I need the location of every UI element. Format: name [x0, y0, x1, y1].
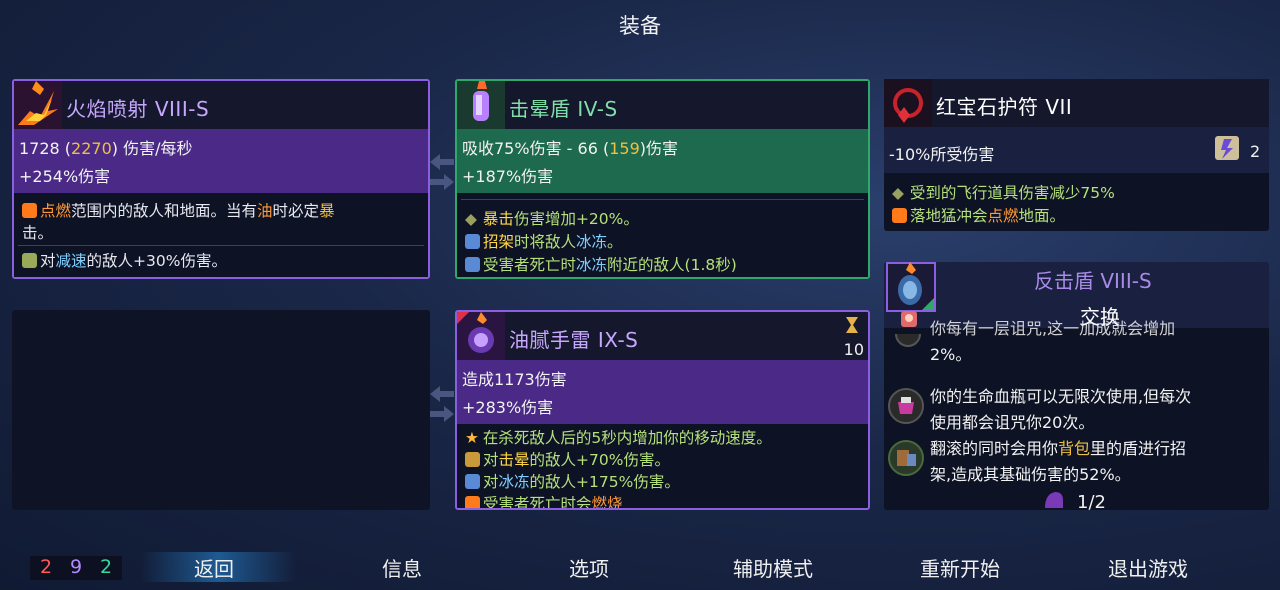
fire-icon — [892, 208, 907, 223]
perk-slam-ignite: 落地猛冲会点燃地面。 — [892, 204, 1065, 226]
counter-shield-icon — [886, 262, 936, 312]
backpack-icon — [888, 440, 924, 476]
amulet-icon — [884, 79, 932, 127]
item-name: 油腻手雷 IX-S — [509, 328, 639, 352]
swap-card-counter-shield[interactable]: 反击盾 VIII-S 交换 你每有一层诅咒,这一加成就会增加 2%。 你的生命血… — [884, 262, 1269, 510]
weapon-card-flamethrower[interactable]: 火焰喷射 VIII-S 1728 (2270) 伤害/每秒 +254%伤害 点燃… — [12, 79, 430, 279]
fire-icon — [22, 203, 37, 218]
weapon-card-stun-shield[interactable]: 击晕盾 IV-S 吸收75%伤害 - 66 (159)伤害 +187%伤害 ◆ 暴… — [455, 79, 870, 279]
page-indicator[interactable]: 1/2 — [1077, 492, 1106, 510]
damage-line: 造成1173伤害 — [462, 370, 567, 389]
perk-stun-dmg: 对击晕的敌人+70%伤害。 — [465, 448, 670, 470]
curse-bonus-text: 你每有一层诅咒,这一加成就会增加 2%。 — [930, 319, 1176, 364]
perk-death-freeze: 受害者死亡时冰冻附近的敌人(1.8秒) — [465, 253, 737, 275]
perk-speed: ★ 在杀死敌人后的5秒内增加你的移动速度。 — [465, 429, 772, 447]
menu-options[interactable]: 选项 — [569, 553, 609, 582]
perk-parry-freeze: 招架时将敌人冰冻。 — [465, 230, 623, 252]
perk-slow: 对减速的敌人+30%伤害。 — [22, 249, 227, 271]
amulet-card-ruby[interactable]: 红宝石护符 VII -10%所受伤害 2 ◆ 受到的飞行道具伤害减少75% 落地猛… — [884, 79, 1269, 231]
stat-line: -10%所受伤害 — [889, 145, 995, 164]
cell-counter: 2 9 2 — [30, 556, 122, 580]
perk-projectile: ◆ 受到的飞行道具伤害减少75% — [892, 184, 1115, 202]
flask-icon — [888, 388, 924, 424]
menu-restart[interactable]: 重新开始 — [920, 553, 1000, 582]
item-name: 反击盾 VIII-S — [1034, 269, 1152, 293]
item-name: 火焰喷射 VIII-S — [66, 97, 210, 121]
counter-green: 2 — [100, 556, 113, 578]
menu-assist[interactable]: 辅助模式 — [733, 553, 813, 582]
page-title: 装备 — [619, 14, 661, 38]
shield-potion-icon — [457, 81, 505, 129]
flamethrower-icon — [14, 81, 62, 129]
stun-icon — [465, 452, 480, 467]
cursed-icon — [900, 310, 918, 328]
fire-icon — [465, 496, 480, 508]
counter-purple: 9 — [70, 556, 83, 578]
perk-burn: 受害者死亡时会燃烧 — [465, 492, 623, 508]
menu-back[interactable]: 返回 — [194, 553, 234, 582]
perk-crit: ◆ 暴击伤害增加+20%。 — [465, 210, 639, 228]
perk-ignite-cont: 击。 — [22, 224, 54, 242]
skill-card-oil-grenade[interactable]: 油腻手雷 IX-S 10 造成1173伤害 +283%伤害 ★ 在杀死敌人后的5秒… — [455, 310, 870, 510]
swap-arrows-bottom[interactable] — [428, 384, 456, 424]
absorb-line: 吸收75%伤害 - 66 (159)伤害 — [462, 139, 678, 158]
skull-icon — [892, 321, 924, 350]
grenade-icon — [457, 312, 505, 360]
damage-bonus: +283%伤害 — [462, 398, 554, 417]
freeze-icon — [465, 474, 480, 489]
perk-ignite: 点燃范围内的敌人和地面。当有油时必定暴 — [22, 199, 335, 221]
damage-bonus: +187%伤害 — [462, 167, 554, 186]
hourglass-icon — [844, 316, 860, 334]
flask-curse-text: 你的生命血瓶可以无限次使用,但每次 使用都会诅咒你20次。 — [930, 387, 1192, 432]
menu-quit[interactable]: 退出游戏 — [1108, 553, 1188, 582]
empty-slot[interactable] — [12, 310, 430, 510]
freeze-icon — [465, 234, 480, 249]
scroll-icon — [22, 253, 37, 268]
damage-line: 1728 (2270) 伤害/每秒 — [19, 139, 193, 158]
menu-info[interactable]: 信息 — [382, 553, 422, 582]
damage-bonus: +254%伤害 — [19, 167, 111, 186]
swap-arrows-top[interactable] — [428, 152, 456, 192]
scroll-count: 2 — [1250, 142, 1261, 161]
item-name: 击晕盾 IV-S — [509, 97, 618, 121]
counter-red: 2 — [40, 556, 53, 578]
freeze-icon — [465, 257, 480, 272]
cooldown-value: 10 — [843, 340, 864, 359]
page-icon — [1041, 488, 1067, 510]
roll-parry-text: 翻滚的同时会用你背包里的盾进行招 架,造成其基础伤害的52%。 — [930, 439, 1187, 484]
item-name: 红宝石护符 VII — [936, 95, 1073, 119]
scroll-stat-icon — [1212, 133, 1242, 163]
perk-freeze-dmg: 对冰冻的敌人+175%伤害。 — [465, 470, 680, 492]
